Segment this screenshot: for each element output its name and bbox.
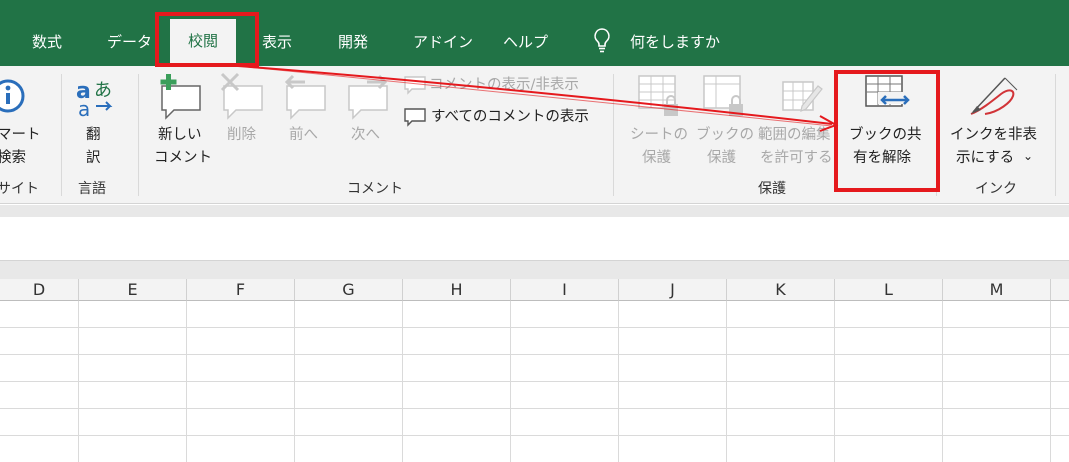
formula-bar[interactable] <box>0 217 1069 261</box>
chevron-down-icon[interactable]: ⌄ <box>1023 145 1033 167</box>
column-header-f[interactable]: F <box>187 279 295 301</box>
hide-ink-label-1[interactable]: インクを非表 <box>950 124 1037 146</box>
protect-workbook-icon[interactable] <box>699 72 749 122</box>
show-hide-comment-icon[interactable] <box>404 75 426 95</box>
hide-ink-label-2[interactable]: 示にする <box>956 147 1014 169</box>
protect-sheet-label-1[interactable]: シートの <box>630 124 688 146</box>
svg-text:あ: あ <box>94 80 112 101</box>
translate-label-2[interactable]: 訳 <box>86 147 101 169</box>
group-separator <box>613 74 614 196</box>
group-label-comments: コメント <box>347 181 403 197</box>
hide-ink-icon[interactable] <box>965 72 1021 122</box>
info-icon[interactable] <box>0 74 30 118</box>
group-label-protect: 保護 <box>758 181 786 197</box>
ribbon-gap <box>0 205 1069 217</box>
next-comment-icon[interactable] <box>343 72 393 122</box>
group-separator <box>61 74 62 196</box>
lightbulb-icon[interactable] <box>592 27 612 53</box>
svg-text:a: a <box>78 97 90 118</box>
formula-gap <box>0 261 1069 279</box>
protect-sheet-label-2[interactable]: 保護 <box>642 147 671 169</box>
tab-addins[interactable]: アドイン <box>413 30 473 58</box>
delete-comment-label[interactable]: 削除 <box>227 124 256 146</box>
delete-comment-icon[interactable] <box>218 72 268 122</box>
protect-workbook-label-1[interactable]: ブックの <box>696 124 754 146</box>
tell-me-search[interactable]: 何をしますか <box>630 30 720 54</box>
show-all-comments-icon[interactable] <box>404 107 426 127</box>
column-header-k[interactable]: K <box>727 279 835 301</box>
previous-comment-icon[interactable] <box>281 72 331 122</box>
new-comment-label-1[interactable]: 新しい <box>158 124 202 146</box>
new-comment-label-2[interactable]: コメント <box>154 147 212 169</box>
column-header-g[interactable]: G <box>295 279 403 301</box>
allow-edit-ranges-icon[interactable] <box>778 72 828 122</box>
show-hide-comment-label[interactable]: コメントの表示/非表示 <box>429 74 579 96</box>
tab-developer[interactable]: 開発 <box>338 30 368 58</box>
column-header-j[interactable]: J <box>619 279 727 301</box>
tab-view[interactable]: 表示 <box>262 30 292 58</box>
highlight-box-unshare <box>834 70 940 192</box>
tab-formulas[interactable]: 数式 <box>32 30 62 58</box>
group-label-language: 言語 <box>78 181 106 197</box>
column-header-h[interactable]: H <box>403 279 511 301</box>
column-header-m[interactable]: M <box>943 279 1051 301</box>
translate-label-1[interactable]: 翻 <box>86 124 101 146</box>
group-separator <box>1055 74 1056 196</box>
tab-help[interactable]: ヘルプ <box>503 30 548 58</box>
column-header-d[interactable]: D <box>0 279 79 301</box>
column-header-e[interactable]: E <box>79 279 187 301</box>
translate-icon[interactable]: a あ a <box>74 74 118 118</box>
allow-edit-ranges-label-1[interactable]: 範囲の編集 <box>758 124 831 146</box>
group-label-insights: サイト <box>0 181 39 197</box>
column-header-l[interactable]: L <box>835 279 943 301</box>
previous-comment-label[interactable]: 前へ <box>289 124 318 146</box>
next-comment-label[interactable]: 次へ <box>351 124 380 146</box>
protect-workbook-label-2[interactable]: 保護 <box>707 147 736 169</box>
new-comment-icon[interactable] <box>156 72 206 122</box>
tab-data[interactable]: データ <box>107 30 152 58</box>
group-separator <box>138 74 139 196</box>
column-header-i[interactable]: I <box>511 279 619 301</box>
group-label-ink: インク <box>975 181 1017 197</box>
column-header-n[interactable] <box>1051 279 1069 301</box>
highlight-box-review-tab <box>155 12 259 67</box>
smart-lookup-label-2[interactable]: 検索 <box>0 147 26 169</box>
allow-edit-ranges-label-2[interactable]: を許可する <box>760 147 833 169</box>
smart-lookup-label-1[interactable]: マート <box>0 124 41 146</box>
protect-sheet-icon[interactable] <box>634 72 684 122</box>
show-all-comments-label[interactable]: すべてのコメントの表示 <box>431 106 589 128</box>
